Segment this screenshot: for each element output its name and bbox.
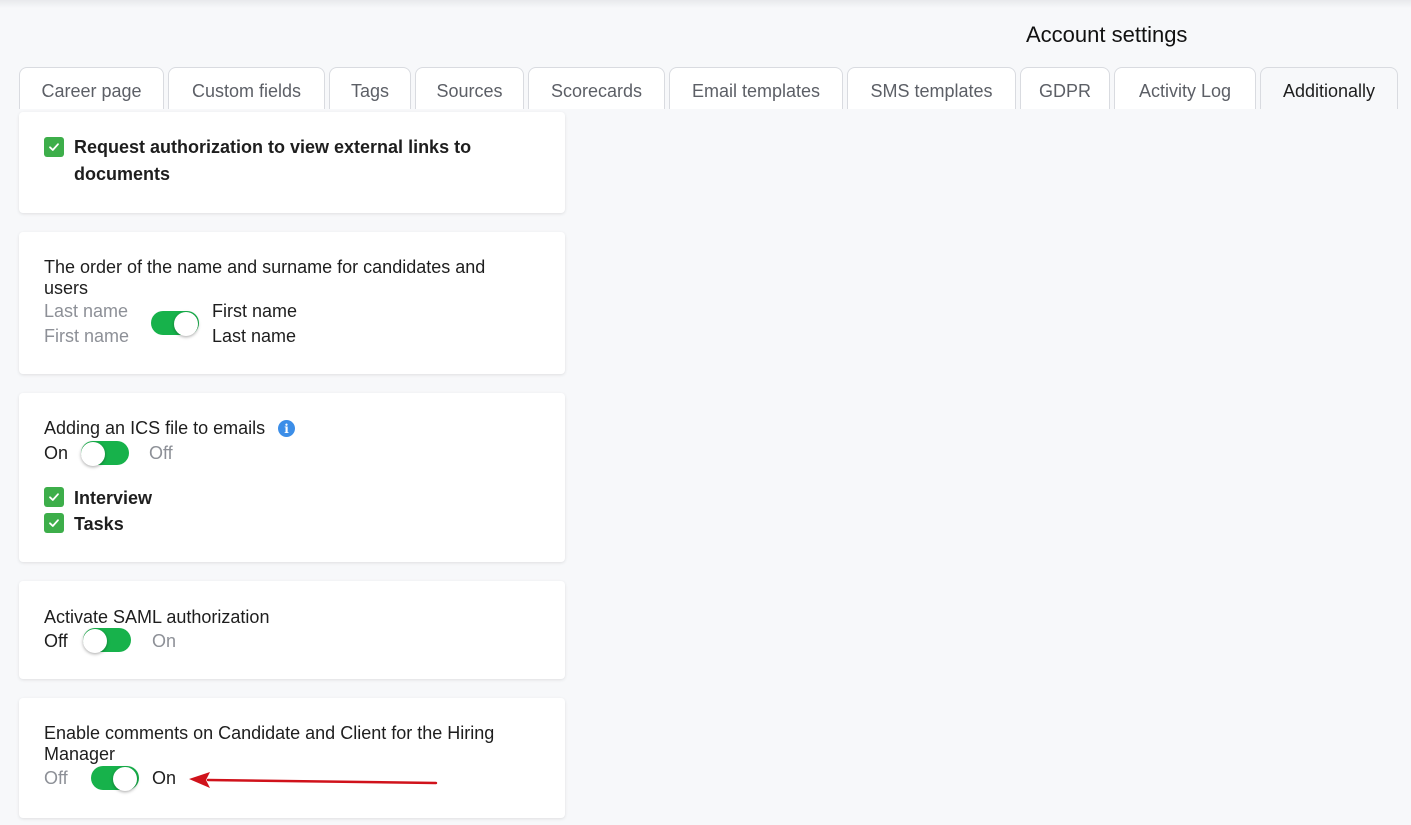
tab-custom-fields[interactable]: Custom fields bbox=[168, 67, 325, 109]
tab-gdpr[interactable]: GDPR bbox=[1020, 67, 1110, 109]
toggle-knob bbox=[81, 442, 105, 466]
comments-title-line1: Enable comments on Candidate and Client … bbox=[44, 723, 495, 743]
tab-tags[interactable]: Tags bbox=[329, 67, 411, 109]
interview-checkbox[interactable] bbox=[44, 487, 64, 507]
saml-on-label: On bbox=[152, 631, 177, 651]
tasks-checkbox[interactable] bbox=[44, 513, 64, 533]
external-links-card: Request authorization to view external l… bbox=[19, 112, 565, 213]
ics-title: Adding an ICS file to emails bbox=[44, 418, 266, 438]
tab-career-page[interactable]: Career page bbox=[19, 67, 164, 109]
external-links-label-line1: Request authorization to view external l… bbox=[74, 137, 472, 157]
saml-toggle[interactable] bbox=[83, 628, 131, 653]
name-order-option-left-line2: First name bbox=[44, 326, 130, 346]
name-order-card: The order of the name and surname for ca… bbox=[19, 232, 565, 374]
check-icon bbox=[49, 143, 59, 151]
saml-title: Activate SAML authorization bbox=[44, 607, 270, 627]
ics-off-label: Off bbox=[149, 443, 173, 463]
saml-off-label: Off bbox=[44, 631, 68, 651]
tab-activity-log[interactable]: Activity Log bbox=[1114, 67, 1256, 109]
comments-toggle[interactable] bbox=[91, 766, 139, 791]
check-icon bbox=[49, 519, 59, 527]
tab-scorecards[interactable]: Scorecards bbox=[528, 67, 665, 109]
name-order-toggle[interactable] bbox=[151, 311, 199, 336]
name-order-title-line1: The order of the name and surname for ca… bbox=[44, 257, 486, 277]
name-order-option-right-line1: First name bbox=[212, 301, 298, 321]
ics-card: Adding an ICS file to emails i On Off In… bbox=[19, 393, 565, 562]
check-icon bbox=[49, 493, 59, 501]
toggle-knob bbox=[113, 767, 137, 791]
info-icon[interactable]: i bbox=[278, 420, 295, 437]
top-shadow bbox=[0, 0, 1411, 8]
red-arrow-annotation bbox=[189, 772, 438, 788]
name-order-option-left-line1: Last name bbox=[44, 301, 129, 321]
comments-on-label: On bbox=[152, 768, 177, 788]
comments-card: Enable comments on Candidate and Client … bbox=[19, 698, 565, 818]
comments-off-label: Off bbox=[44, 768, 68, 788]
ics-toggle[interactable] bbox=[81, 441, 129, 466]
external-links-checkbox[interactable] bbox=[44, 137, 64, 157]
name-order-option-right-line2: Last name bbox=[212, 326, 297, 346]
interview-label: Interview bbox=[74, 488, 153, 508]
ics-on-label: On bbox=[44, 443, 69, 463]
page-title: Account settings bbox=[1026, 22, 1188, 47]
external-links-label-line2: documents bbox=[74, 164, 171, 184]
saml-card: Activate SAML authorization Off On bbox=[19, 581, 565, 679]
tab-additionally[interactable]: Additionally bbox=[1260, 67, 1398, 109]
tab-email-templates[interactable]: Email templates bbox=[669, 67, 843, 109]
comments-title-line2: Manager bbox=[44, 744, 116, 764]
tasks-label: Tasks bbox=[74, 514, 124, 534]
name-order-title-line2: users bbox=[44, 278, 89, 298]
toggle-knob bbox=[174, 312, 198, 336]
toggle-knob bbox=[83, 629, 107, 653]
tab-sources[interactable]: Sources bbox=[415, 67, 524, 109]
tab-sms-templates[interactable]: SMS templates bbox=[847, 67, 1016, 109]
